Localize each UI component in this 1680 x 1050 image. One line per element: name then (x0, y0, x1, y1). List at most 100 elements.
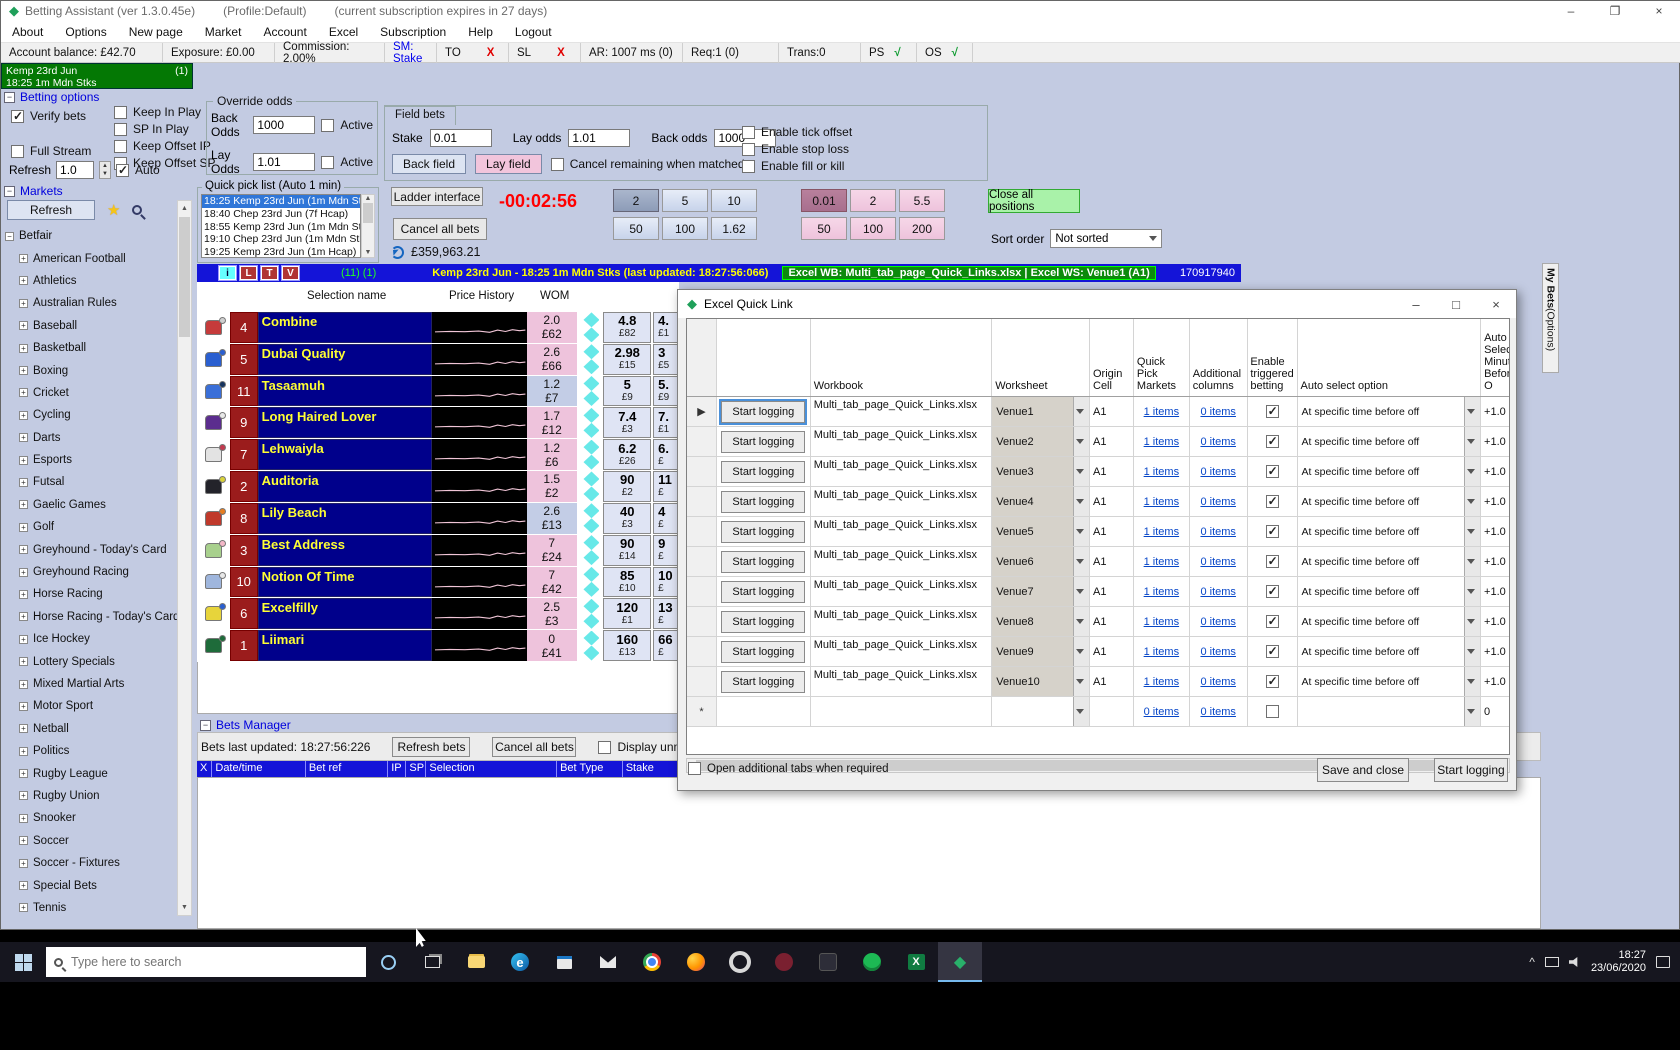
my-bets-side-tab[interactable]: My Bets (Options) (1542, 263, 1559, 373)
lay-price-cell[interactable]: 3 £5 (653, 344, 679, 375)
chevron-down-icon[interactable] (1073, 637, 1089, 666)
minutes-cell[interactable]: +1.0 (1481, 397, 1509, 426)
sidebar-market-item[interactable]: + Soccer (19, 830, 177, 852)
lay-stake-button[interactable]: 0.01 (801, 189, 847, 212)
expand-icon[interactable]: + (19, 769, 28, 778)
keep-offset-ip-checkbox[interactable]: Keep Offset IP (114, 139, 216, 153)
quick-pick-item[interactable]: 18:55 Kemp 23rd Jun (1m Mdn Stks) (202, 221, 360, 234)
refresh-interval-input[interactable] (56, 161, 94, 179)
dialog-close-button[interactable]: × (1476, 290, 1516, 318)
runner-name[interactable]: Liimari (258, 630, 432, 661)
quick-pick-markets-link[interactable]: 1 items (1144, 406, 1179, 418)
bm-cancel-all-bets-button[interactable]: Cancel all bets (492, 737, 576, 757)
expand-icon[interactable]: + (19, 724, 28, 733)
sidebar-market-item[interactable]: + Futsal (19, 471, 177, 493)
collapse-icon[interactable]: − (200, 720, 211, 731)
taskbar-app-icon[interactable] (674, 942, 718, 982)
start-logging-button[interactable]: Start logging (721, 581, 805, 603)
chevron-down-icon[interactable] (1073, 577, 1089, 606)
sidebar-market-item[interactable]: + Mixed Martial Arts (19, 673, 177, 695)
quick-pick-markets-link[interactable]: 1 items (1144, 436, 1179, 448)
info-button[interactable]: i (219, 266, 236, 280)
lay-odds-input[interactable] (253, 153, 315, 171)
enable-stop-loss-checkbox[interactable]: Enable stop loss (742, 142, 852, 156)
back-price-cell[interactable]: 4.8 £82 (603, 312, 651, 343)
lay-stake-button[interactable]: 100 (850, 217, 896, 240)
expand-icon[interactable]: + (19, 366, 28, 375)
minutes-cell[interactable]: +1.0 (1481, 607, 1509, 636)
expand-icon[interactable]: + (19, 836, 28, 845)
runner-name[interactable]: Excelfilly (258, 598, 432, 629)
full-stream-checkbox[interactable]: Full Stream (11, 144, 91, 158)
lay-field-button[interactable]: Lay field (475, 154, 542, 174)
tray-chevron-up-icon[interactable]: ^ (1529, 955, 1535, 969)
additional-columns-link[interactable]: 0 items (1200, 406, 1235, 418)
auto-select-option-dropdown[interactable]: At specific time before off (1298, 637, 1481, 666)
sidebar-market-item[interactable]: + Cricket (19, 382, 177, 404)
lay-price-cell[interactable]: 7. £1 (653, 407, 679, 438)
worksheet-cell[interactable]: Venue9 (992, 637, 1090, 666)
expand-icon[interactable]: + (19, 344, 28, 353)
back-price-cell[interactable]: 7.4 £3 (603, 407, 651, 438)
favorites-star-icon[interactable]: ★ (107, 201, 120, 219)
start-logging-button[interactable]: Start logging (721, 401, 805, 423)
additional-columns-link[interactable]: 0 items (1200, 496, 1235, 508)
collapse-icon[interactable]: − (4, 92, 15, 103)
back-odds-input[interactable] (253, 116, 315, 134)
worksheet-cell[interactable]: Venue4 (992, 487, 1090, 516)
chevron-down-icon[interactable] (1464, 547, 1480, 576)
sidebar-market-item[interactable]: + Darts (19, 427, 177, 449)
additional-columns-link[interactable]: 0 items (1200, 646, 1235, 658)
cancel-all-bets-button[interactable]: Cancel all bets (393, 218, 487, 240)
back-price-cell[interactable]: 40 £3 (603, 503, 651, 534)
expand-icon[interactable]: + (19, 635, 28, 644)
verify-bets-checkbox[interactable]: Verify bets (11, 109, 91, 123)
expand-icon[interactable]: + (19, 680, 28, 689)
auto-select-option-dropdown[interactable]: At specific time before off (1298, 577, 1481, 606)
taskbar-search[interactable] (46, 947, 366, 977)
back-price-cell[interactable]: 2.98 £15 (603, 344, 651, 375)
save-and-close-button[interactable]: Save and close (1317, 758, 1409, 782)
runner-name[interactable]: Notion Of Time (258, 567, 432, 598)
menu-item[interactable]: About (1, 25, 54, 39)
cortana-icon[interactable] (366, 942, 410, 982)
workbook-cell[interactable]: Multi_tab_page_Quick_Links.xlsx (811, 607, 993, 636)
expand-icon[interactable]: + (19, 702, 28, 711)
expand-icon[interactable]: + (19, 523, 28, 532)
expand-icon[interactable]: + (19, 456, 28, 465)
menu-item[interactable]: Logout (504, 25, 563, 39)
additional-columns-link[interactable]: 0 items (1200, 676, 1235, 688)
minutes-cell[interactable]: +1.0 (1481, 547, 1509, 576)
wom-cell[interactable]: 7 £42 (527, 567, 577, 598)
back-price-cell[interactable]: 120 £1 (603, 598, 651, 629)
origin-cell[interactable]: A1 (1090, 577, 1134, 606)
expand-icon[interactable]: + (19, 612, 28, 621)
auto-select-option-dropdown[interactable] (1298, 697, 1481, 726)
taskbar-app-icon[interactable] (718, 942, 762, 982)
cancel-remaining-checkbox[interactable]: Cancel remaining when matched (551, 157, 745, 171)
sidebar-market-item[interactable]: + Lottery Specials (19, 650, 177, 672)
sidebar-market-item[interactable]: + Tennis (19, 897, 177, 919)
wom-cell[interactable]: 2.5 £3 (527, 598, 577, 629)
runner-name[interactable]: Lily Beach (258, 503, 432, 534)
minutes-cell[interactable]: +1.0 (1481, 667, 1509, 696)
wom-cell[interactable]: 2.6 £13 (527, 503, 577, 534)
refresh-bets-button[interactable]: Refresh bets (392, 737, 470, 757)
sidebar-market-item[interactable]: + Snooker (19, 807, 177, 829)
runner-name[interactable]: Tasaamuh (258, 376, 432, 407)
back-stake-button[interactable]: 10 (711, 189, 757, 212)
enable-triggered-betting-checkbox[interactable] (1266, 615, 1279, 628)
dialog-start-logging-button[interactable]: Start logging (1434, 758, 1508, 782)
enable-triggered-betting-checkbox[interactable] (1266, 405, 1279, 418)
expand-icon[interactable]: + (19, 881, 28, 890)
quick-pick-scrollbar[interactable]: ▲▼ (361, 194, 375, 258)
origin-cell[interactable]: A1 (1090, 547, 1134, 576)
lay-stake-button[interactable]: 200 (899, 217, 945, 240)
runner-name[interactable]: Combine (258, 312, 432, 343)
sidebar-scrollbar[interactable]: ▲ ▼ (177, 200, 192, 916)
worksheet-cell[interactable]: Venue2 (992, 427, 1090, 456)
enable-triggered-betting-checkbox[interactable] (1266, 585, 1279, 598)
enable-triggered-betting-checkbox[interactable] (1266, 525, 1279, 538)
origin-cell[interactable]: A1 (1090, 517, 1134, 546)
chevron-down-icon[interactable] (1464, 667, 1480, 696)
